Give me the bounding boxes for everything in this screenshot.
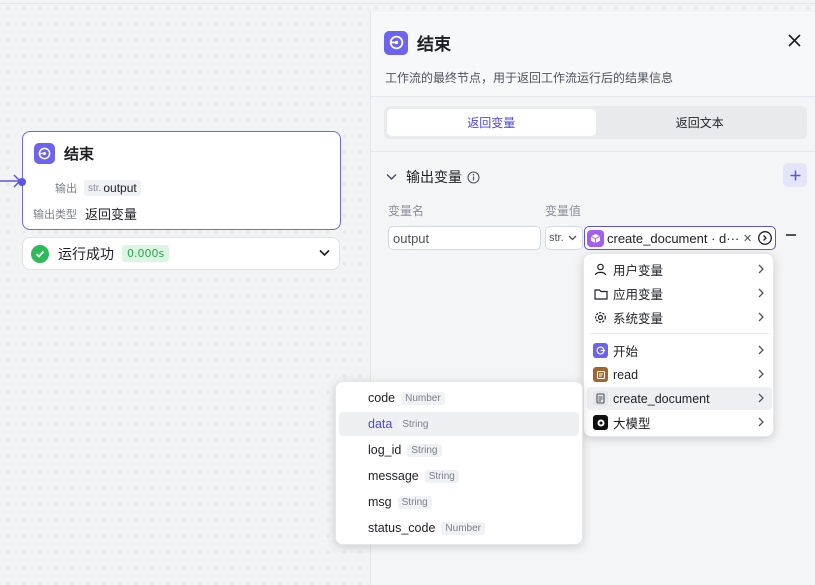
menu-item-system-variables[interactable]: 系统变量 <box>587 306 772 329</box>
menu-item-label: 开始 <box>613 345 639 359</box>
variable-type-select[interactable]: str. <box>545 226 583 250</box>
start-node-icon <box>593 343 608 358</box>
field-type-badge: String <box>424 469 459 483</box>
end-node-icon <box>34 143 55 164</box>
chevron-right-icon <box>758 393 764 403</box>
run-time-badge: 0.000s <box>122 245 170 262</box>
check-circle-icon <box>31 244 49 263</box>
folder-icon <box>593 286 608 301</box>
menu-item-start-node[interactable]: 开始 <box>587 339 772 362</box>
chevron-right-icon <box>758 288 764 298</box>
menu-item-label: create_document <box>613 391 710 406</box>
node-input-handle[interactable] <box>18 178 26 186</box>
gear-icon <box>593 310 608 325</box>
column-label-name: 变量名 <box>388 204 425 218</box>
output-variable-tag: str. output <box>84 180 141 196</box>
menu-item-read-node[interactable]: read <box>587 363 772 386</box>
menu-item-user-variables[interactable]: 用户变量 <box>587 258 772 281</box>
variable-name-input[interactable] <box>388 226 541 250</box>
chevron-right-icon <box>758 369 764 379</box>
menu-divider <box>590 333 769 334</box>
output-label: 输出 <box>55 183 77 195</box>
end-node-card[interactable]: 结束 输出 str. output 输出类型 返回变量 <box>18 131 341 230</box>
menu-item-label: 大模型 <box>613 417 651 431</box>
output-type-label: 输出类型 <box>33 208 77 221</box>
output-field-item[interactable]: msg String <box>339 490 579 514</box>
return-mode-tabs: 返回变量 返回文本 <box>384 106 807 139</box>
output-type-prefix: str. <box>88 182 102 194</box>
panel-header: 结束 <box>384 30 451 55</box>
menu-item-app-variables[interactable]: 应用变量 <box>587 282 772 305</box>
field-type-badge: String <box>397 495 432 509</box>
chevron-right-icon <box>758 345 764 355</box>
column-label-value: 变量值 <box>545 204 582 218</box>
output-type-value: 返回变量 <box>85 207 138 222</box>
menu-item-create-document-node[interactable]: create_document <box>587 387 772 410</box>
chevron-right-icon <box>758 312 764 322</box>
field-type-badge: String <box>398 417 433 431</box>
node-output-fields-menu: code Number data String log_id String me… <box>335 381 583 545</box>
field-name: log_id <box>368 443 402 457</box>
tab-return-variable[interactable]: 返回变量 <box>387 109 596 136</box>
output-field-item[interactable]: status_code Number <box>339 516 579 540</box>
value-reference-text: create_document · d··· <box>607 230 739 246</box>
output-variables-header[interactable]: 输出变量 <box>386 167 480 187</box>
output-variable-name: output <box>103 181 137 195</box>
panel-title: 结束 <box>417 35 451 54</box>
divider <box>371 96 815 97</box>
variable-source-menu: 用户变量 应用变量 系统变量 开始 read create_document 大… <box>583 253 774 437</box>
field-name: status_code <box>368 521 436 535</box>
variable-value-selector[interactable]: create_document · d··· ✕ <box>584 226 776 250</box>
create-document-node-icon <box>593 391 608 406</box>
read-node-icon <box>593 367 608 382</box>
chevron-down-icon <box>568 235 577 241</box>
menu-item-label: 用户变量 <box>613 264 664 278</box>
close-icon[interactable] <box>788 34 801 47</box>
clear-value-icon[interactable]: ✕ <box>743 232 752 245</box>
chevron-down-icon[interactable] <box>386 173 397 181</box>
menu-item-label: 系统变量 <box>613 312 664 326</box>
node-output-row: 输出 str. output <box>55 180 141 196</box>
menu-item-label: read <box>613 367 639 382</box>
output-field-item[interactable]: data String <box>339 412 579 436</box>
section-title: 输出变量 <box>406 169 462 185</box>
field-type-badge: Number <box>441 521 485 535</box>
run-status-bar[interactable]: 运行成功 0.000s <box>22 237 340 270</box>
chevron-right-icon <box>758 264 764 274</box>
add-variable-button[interactable] <box>783 163 807 187</box>
field-name: data <box>368 417 393 431</box>
end-node-icon <box>384 30 408 55</box>
output-field-item[interactable]: code Number <box>339 386 579 410</box>
field-name: msg <box>368 495 392 509</box>
chevron-down-icon[interactable] <box>319 249 330 257</box>
panel-description: 工作流的最终节点，用于返回工作流运行后的结果信息 <box>385 71 674 85</box>
field-name: message <box>368 469 419 483</box>
remove-variable-icon[interactable] <box>785 229 797 241</box>
end-node-title: 结束 <box>64 146 95 163</box>
menu-item-label: 应用变量 <box>613 288 664 302</box>
output-field-item[interactable]: message String <box>339 464 579 488</box>
output-field-item[interactable]: log_id String <box>339 438 579 462</box>
divider <box>371 151 815 152</box>
variable-picker-icon[interactable] <box>757 230 773 246</box>
tab-return-text[interactable]: 返回文本 <box>596 109 805 136</box>
llm-node-icon <box>593 415 608 430</box>
user-icon <box>593 262 608 277</box>
menu-item-llm-node[interactable]: 大模型 <box>587 411 772 434</box>
top-border <box>0 3 815 4</box>
plugin-node-icon <box>587 229 604 247</box>
type-select-value: str. <box>549 232 564 244</box>
node-output-type-row: 输出类型 返回变量 <box>33 204 137 223</box>
field-name: code <box>368 391 396 405</box>
plus-icon <box>790 170 800 180</box>
info-icon[interactable] <box>467 170 480 184</box>
end-node-header: 结束 <box>34 143 94 164</box>
chevron-right-icon <box>758 417 764 427</box>
field-type-badge: String <box>407 443 442 457</box>
field-type-badge: Number <box>401 391 445 405</box>
run-status-label: 运行成功 <box>58 245 114 262</box>
